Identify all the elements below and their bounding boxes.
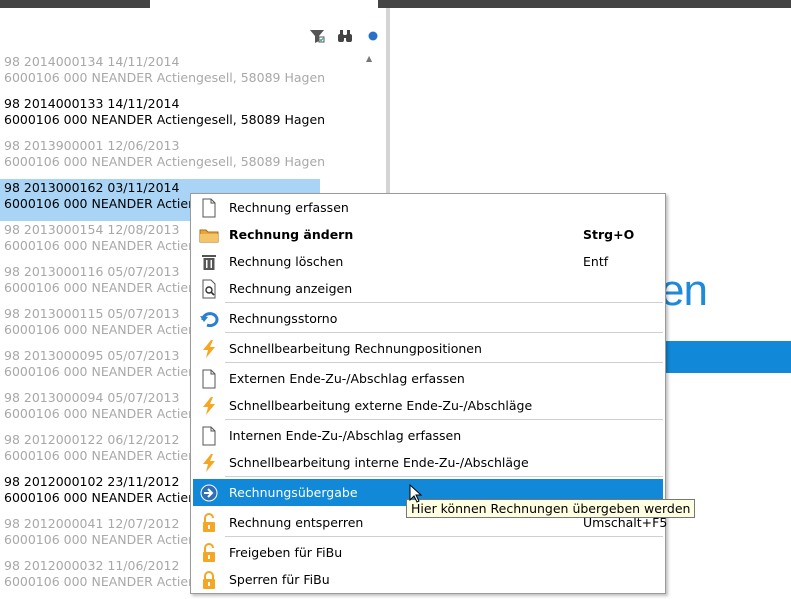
menu-item-label: Externen Ende-Zu-/Abschlag erfassen: [229, 371, 465, 386]
mouse-cursor-icon: [409, 483, 423, 507]
menu-separator: [225, 476, 663, 477]
menu-item[interactable]: Internen Ende-Zu-/Abschlag erfassen: [193, 422, 663, 449]
top-active-tab[interactable]: [150, 0, 378, 6]
unlock-icon: [197, 511, 221, 535]
menu-item-shortcut: Entf: [583, 254, 609, 269]
menu-item-label: Sperren für FiBu: [229, 572, 330, 587]
list-item[interactable]: 98 2014000133 14/11/2014 6000106 000 NEAN…: [0, 95, 386, 137]
menu-item-label: Rechnungsstorno: [229, 311, 338, 326]
arrow-right-circle-icon: [197, 481, 221, 505]
menu-item[interactable]: Externen Ende-Zu-/Abschlag erfassen: [193, 365, 663, 392]
menu-item[interactable]: Rechnungsstorno: [193, 305, 663, 332]
undo-icon: [197, 307, 221, 331]
list-toolbar: [308, 26, 382, 46]
filter-icon[interactable]: [308, 27, 326, 45]
menu-separator: [225, 419, 663, 420]
context-menu: Rechnung erfassen Rechnung ändern Strg+O Re…: [190, 193, 667, 594]
menu-item-label: Schnellbearbeitung Rechnungpositionen: [229, 341, 482, 356]
menu-item-shortcut: Strg+O: [583, 227, 635, 242]
binoculars-icon[interactable]: [336, 27, 354, 45]
list-item-line2: 6000106 000 NEANDER Actiengesell, 58089 …: [4, 154, 326, 169]
menu-item-label: Rechnung entsperren: [229, 515, 364, 530]
list-item[interactable]: 98 2014000134 14/11/2014 6000106 000 NEAN…: [0, 53, 386, 95]
unlock-icon: [197, 541, 221, 565]
menu-separator: [225, 332, 663, 333]
lightning-icon: [197, 394, 221, 418]
menu-item-label: Schnellbearbeitung externe Ende-Zu-/Absc…: [229, 398, 533, 413]
menu-separator: [225, 302, 663, 303]
list-item[interactable]: 98 2013900001 12/06/2013 6000106 000 NEAN…: [0, 137, 386, 179]
lightning-icon: [197, 337, 221, 361]
brand-text: en: [660, 266, 708, 315]
menu-item-label: Rechnung löschen: [229, 254, 344, 269]
document-icon: [197, 367, 221, 391]
top-tab-strip-right: [378, 0, 791, 8]
menu-item-label: Freigeben für FiBu: [229, 545, 343, 560]
menu-item[interactable]: Schnellbearbeitung interne Ende-Zu-/Absc…: [193, 449, 663, 476]
menu-item-label: Schnellbearbeitung interne Ende-Zu-/Absc…: [229, 455, 529, 470]
tooltip: Hier können Rechnungen übergeben werden: [406, 499, 696, 518]
lock-icon: [197, 568, 221, 592]
menu-item[interactable]: Freigeben für FiBu: [193, 539, 663, 566]
preview-icon: [197, 277, 221, 301]
menu-item-label: Rechnung erfassen: [229, 200, 349, 215]
menu-item[interactable]: Schnellbearbeitung Rechnungpositionen: [193, 335, 663, 362]
document-icon: [197, 424, 221, 448]
menu-separator: [225, 536, 663, 537]
status-dot-icon[interactable]: [364, 27, 382, 45]
menu-item-label: Rechnung ändern: [229, 227, 354, 242]
menu-item[interactable]: Rechnung löschen Entf: [193, 248, 663, 275]
list-item-line2: 6000106 000 NEANDER Actiengesell, 58089 …: [4, 112, 326, 127]
list-item-line1: 98 2014000134 14/11/2014: [4, 54, 180, 69]
menu-item[interactable]: Rechnung ändern Strg+O: [193, 221, 663, 248]
menu-item[interactable]: Rechnung erfassen: [193, 194, 663, 221]
menu-item[interactable]: Schnellbearbeitung externe Ende-Zu-/Absc…: [193, 392, 663, 419]
list-item-line2: 6000106 000 NEANDER Actiengesell, 58089 …: [4, 70, 326, 85]
lightning-icon: [197, 451, 221, 475]
top-tab-strip-left: [0, 0, 150, 8]
list-item-line1: 98 2014000133 14/11/2014: [4, 96, 180, 111]
list-item-line1: 98 2013900001 12/06/2013: [4, 138, 180, 153]
folder-icon: [197, 223, 221, 247]
document-icon: [197, 196, 221, 220]
menu-item[interactable]: Rechnung anzeigen: [193, 275, 663, 302]
menu-item-label: Rechnungsübergabe: [229, 485, 358, 500]
trash-icon: [197, 250, 221, 274]
menu-item-label: Internen Ende-Zu-/Abschlag erfassen: [229, 428, 462, 443]
menu-separator: [225, 362, 663, 363]
menu-item[interactable]: Sperren für FiBu: [193, 566, 663, 593]
menu-item-label: Rechnung anzeigen: [229, 281, 353, 296]
